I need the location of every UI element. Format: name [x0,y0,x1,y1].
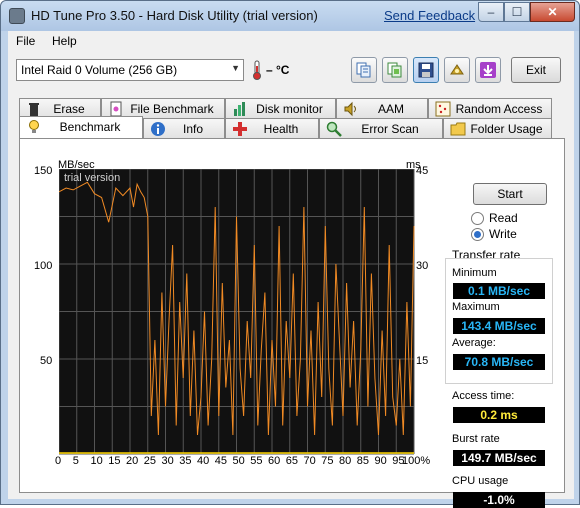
tab-label: Health [263,122,299,136]
copy-screenshot-icon [387,62,402,78]
minimum-value: 0.1 MB/sec [453,283,545,299]
x-tick-label: 45 [214,455,227,467]
x-tick-label: 35 [179,455,192,467]
read-radio[interactable] [471,212,484,225]
tab-erase[interactable]: Erase [19,98,101,118]
tab-label: Random Access [455,102,543,116]
save-icon [418,62,434,78]
x-tick-label: 90 [374,455,387,467]
x-tick-label: 65 [285,455,298,467]
x-tick-label: 80 [339,455,352,467]
menu-file[interactable]: File [16,34,35,48]
start-button[interactable]: Start [473,183,547,205]
window-title: HD Tune Pro 3.50 - Hard Disk Utility (tr… [31,8,318,23]
y-tick-left: 150 [34,165,53,177]
drive-select[interactable]: Intel Raid 0 Volume (256 GB) ▼ [16,59,244,81]
close-button[interactable]: ✕ [530,2,575,22]
hdtune-app-icon [9,8,25,24]
tab-label: Disk monitor [256,102,323,116]
send-feedback-link[interactable]: Send Feedback [384,8,475,23]
write-radio-label: Write [489,227,517,241]
tab-label: Benchmark [59,120,121,134]
tab-health[interactable]: Health [225,118,319,138]
drive-select-value: Intel Raid 0 Volume (256 GB) [21,63,178,77]
x-tick-label: 30 [161,455,174,467]
y-tick-left: 100 [34,260,53,272]
tab-label: AAM [377,102,404,116]
tab-label: Info [182,122,203,136]
title-bar: HD Tune Pro 3.50 - Hard Disk Utility (tr… [1,1,579,31]
chart-title: trial version [64,172,120,184]
y-tick-left: 50 [40,355,53,367]
cpu-usage-value: -1.0% [453,492,545,508]
tab-label: File Benchmark [130,102,214,116]
x-tick-label: 55 [250,455,263,467]
tab-benchmark[interactable]: Benchmark [19,116,143,138]
download-button[interactable] [475,57,501,83]
maximize-button[interactable]: ☐ [504,2,530,22]
average-label: Average: [452,337,496,349]
average-value: 70.8 MB/sec [453,354,545,370]
x-tick-label: 0 [55,455,62,467]
copy-icon [356,62,371,78]
maximum-label: Maximum [452,301,500,313]
tab-random-access[interactable]: Random Access [428,98,552,118]
x-tick-label: 10 [90,455,103,467]
copy-screenshot-button[interactable] [382,57,408,83]
menu-bar: File Help [8,31,574,51]
tab-file-benchmark[interactable]: File Benchmark [101,98,225,118]
x-tick-label: 75 [321,455,334,467]
options-button[interactable] [444,57,470,83]
tab-label: Error Scan [361,122,419,136]
tab-aam[interactable]: AAM [336,98,428,118]
x-tick-label: 25 [143,455,156,467]
tab-info[interactable]: Info [143,118,225,138]
download-icon [480,62,496,78]
x-tick-label: 85 [356,455,369,467]
x-tick-label: 100% [402,455,431,467]
access-time-label: Access time: [452,390,515,402]
save-button[interactable] [413,57,439,83]
burst-rate-value: 149.7 MB/sec [453,450,545,466]
tab-folder-usage[interactable]: Folder Usage [443,118,552,138]
temperature-readout: – °C [266,63,290,77]
client-area: File Help Intel Raid 0 Volume (256 GB) ▼… [8,31,574,508]
x-tick-label: 15 [108,455,121,467]
x-tick-label: 5 [72,455,79,467]
cpu-usage-label: CPU usage [452,475,509,487]
tab-label: Folder Usage [470,122,543,136]
exit-button[interactable]: Exit [511,57,561,83]
thermometer-icon [253,60,261,80]
menu-help[interactable]: Help [52,34,77,48]
access-time-value: 0.2 ms [453,407,545,423]
app-window: HD Tune Pro 3.50 - Hard Disk Utility (tr… [0,0,580,508]
x-tick-label: 60 [268,455,281,467]
tab-error-scan[interactable]: Error Scan [319,118,443,138]
tab-label: Erase [53,102,85,116]
maximum-value: 143.4 MB/sec [453,318,545,334]
options-icon [450,64,464,75]
x-tick-label: 70 [303,455,316,467]
copy-text-button[interactable] [351,57,377,83]
write-radio[interactable] [471,228,484,241]
tab-disk-monitor[interactable]: Disk monitor [225,98,336,118]
burst-rate-label: Burst rate [452,433,500,445]
x-tick-label: 40 [197,455,210,467]
minimum-label: Minimum [452,267,497,279]
benchmark-graph: trial version [59,169,415,455]
x-tick-label: 50 [232,455,245,467]
x-tick-label: 20 [126,455,139,467]
dropdown-arrow-icon: ▼ [231,63,240,73]
minimize-button[interactable]: – [478,2,504,22]
read-radio-label: Read [489,211,518,225]
